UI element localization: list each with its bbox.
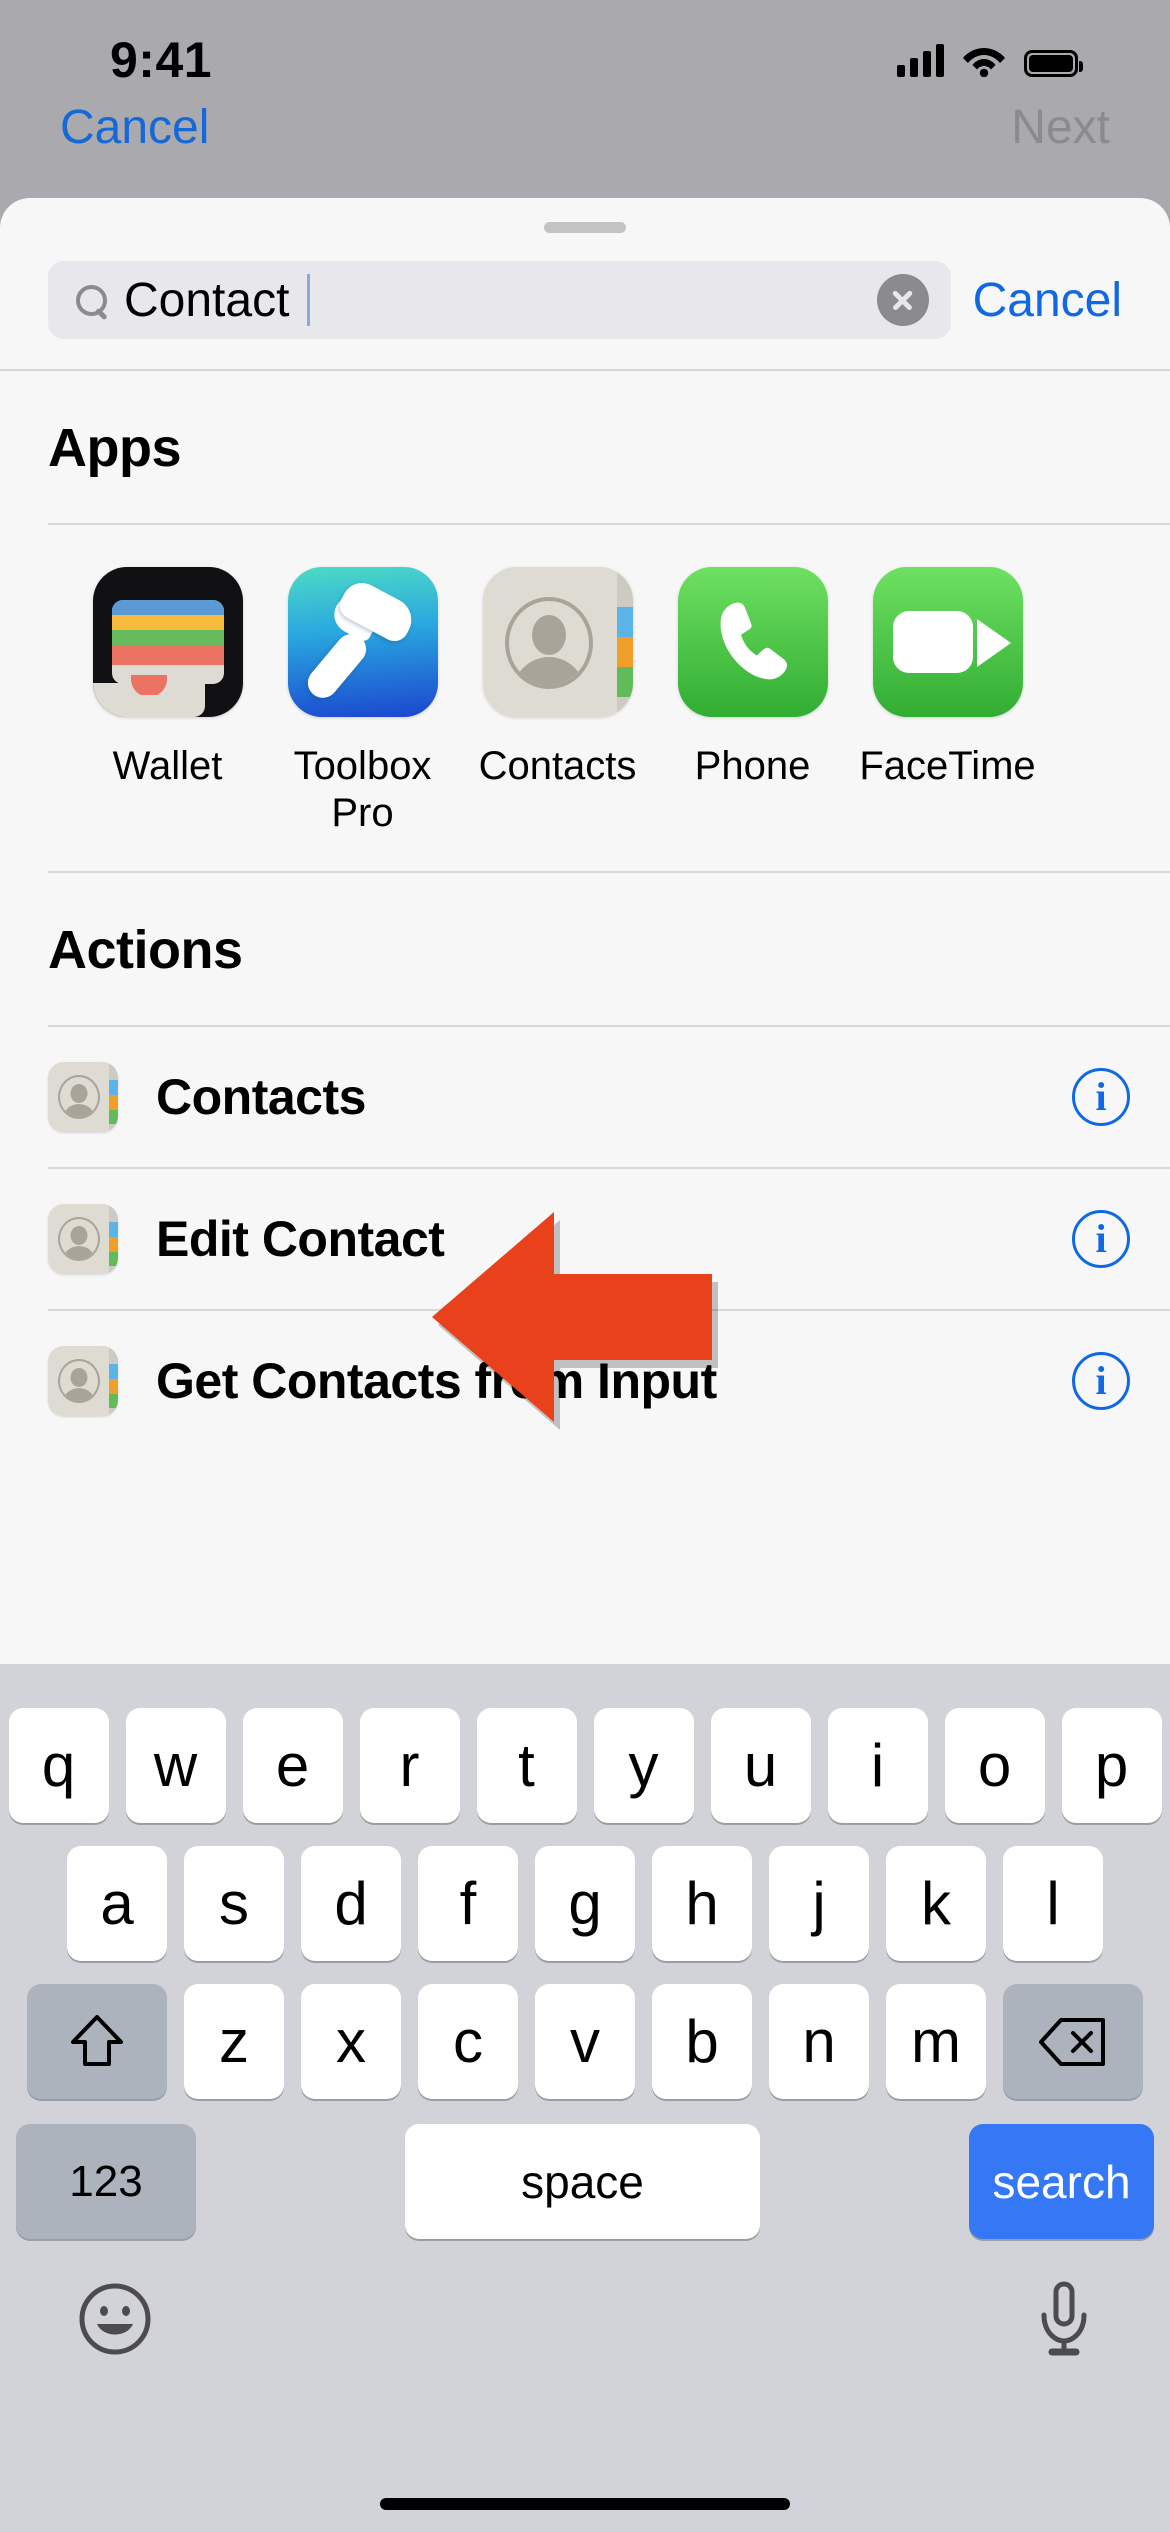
on-screen-keyboard: q w e r t y u i o p a s d f g h j k l z …: [0, 1664, 1170, 2532]
app-item-phone[interactable]: Phone: [655, 567, 850, 790]
key-o[interactable]: o: [944, 1708, 1045, 1823]
key-b[interactable]: b: [652, 1984, 752, 2099]
key-t[interactable]: t: [476, 1708, 577, 1823]
search-input-value: Contact: [124, 273, 290, 327]
action-row-contacts[interactable]: Contacts i: [0, 1027, 1170, 1167]
keyboard-row-4: 123 space search: [0, 2099, 1170, 2239]
search-bar-row: Contact Cancel: [0, 233, 1170, 369]
wallet-app-icon: [92, 567, 243, 717]
status-bar-clock: 9:41: [110, 32, 213, 88]
keyboard-row-2: a s d f g h j k l: [0, 1823, 1170, 1961]
key-w[interactable]: w: [125, 1708, 226, 1823]
key-d[interactable]: d: [301, 1846, 401, 1961]
phone-handset-icon: [720, 602, 787, 680]
toolbox-pro-app-icon: [287, 567, 438, 717]
key-s[interactable]: s: [184, 1846, 284, 1961]
app-item-wallet[interactable]: Wallet: [70, 567, 265, 790]
backspace-arrow-icon: [1039, 2017, 1105, 2066]
key-z[interactable]: z: [184, 1984, 284, 2099]
search-modal-sheet: Contact Cancel Apps Wallet Toolbox Pro C…: [0, 198, 1170, 1664]
key-i[interactable]: i: [827, 1708, 928, 1823]
apps-shelf[interactable]: Wallet Toolbox Pro Contacts Phone FaceTi…: [0, 525, 1170, 871]
contacts-action-icon: [48, 1346, 118, 1417]
apps-section-title: Apps: [48, 418, 182, 478]
action-label: Edit Contact: [156, 1211, 445, 1268]
key-r[interactable]: r: [359, 1708, 460, 1823]
app-item-toolbox-pro[interactable]: Toolbox Pro: [265, 567, 460, 837]
shift-icon[interactable]: [27, 1984, 167, 2099]
keyboard-row-3: z x c v b n m: [0, 1961, 1170, 2099]
key-m[interactable]: m: [886, 1984, 986, 2099]
phone-app-icon: [677, 567, 828, 717]
app-label: Wallet: [112, 744, 223, 788]
backspace-icon[interactable]: [1003, 1984, 1143, 2099]
key-k[interactable]: k: [886, 1846, 986, 1961]
status-bar-indicators: [897, 43, 1083, 77]
contacts-action-icon: [48, 1062, 118, 1133]
search-input[interactable]: Contact: [48, 261, 951, 339]
action-label: Get Contacts from Input: [156, 1353, 717, 1410]
app-label: Phone: [694, 744, 811, 788]
app-label: FaceTime: [859, 744, 1036, 788]
key-x[interactable]: x: [301, 1984, 401, 2099]
cancel-button[interactable]: Cancel: [973, 273, 1132, 328]
info-icon[interactable]: i: [1072, 1352, 1130, 1411]
home-indicator: [380, 2498, 790, 2510]
facetime-app-icon: [872, 567, 1023, 717]
microphone-icon[interactable]: [1036, 2281, 1092, 2357]
key-n[interactable]: n: [769, 1984, 869, 2099]
key-a[interactable]: a: [67, 1846, 167, 1961]
key-y[interactable]: y: [593, 1708, 694, 1823]
key-j[interactable]: j: [769, 1846, 869, 1961]
info-icon[interactable]: i: [1072, 1210, 1130, 1269]
background-next-button[interactable]: Next: [1011, 100, 1110, 170]
background-navigation-bar: Cancel Next: [0, 100, 1170, 170]
action-row-edit-contact[interactable]: Edit Contact i: [0, 1169, 1170, 1309]
background-cancel-button[interactable]: Cancel: [60, 100, 209, 170]
space-key[interactable]: space: [405, 2124, 760, 2239]
actions-section-title: Actions: [48, 920, 243, 981]
shift-arrow-icon: [71, 2014, 123, 2066]
keyboard-bottom-row: [0, 2239, 1170, 2357]
battery-icon: [1024, 50, 1083, 77]
key-g[interactable]: g: [535, 1846, 635, 1961]
app-item-contacts[interactable]: Contacts: [460, 567, 655, 790]
contacts-action-icon: [48, 1204, 118, 1275]
search-return-key[interactable]: search: [969, 2124, 1154, 2239]
key-h[interactable]: h: [652, 1846, 752, 1961]
action-row-get-contacts-from-input[interactable]: Get Contacts from Input i: [0, 1311, 1170, 1451]
wifi-icon: [963, 48, 1005, 77]
info-icon[interactable]: i: [1072, 1068, 1130, 1127]
key-f[interactable]: f: [418, 1846, 518, 1961]
key-u[interactable]: u: [710, 1708, 811, 1823]
action-label: Contacts: [156, 1069, 366, 1126]
key-q[interactable]: q: [8, 1708, 109, 1823]
contacts-app-icon: [482, 567, 633, 717]
app-label: Contacts: [478, 744, 637, 788]
clear-icon[interactable]: [876, 274, 929, 326]
key-p[interactable]: p: [1061, 1708, 1162, 1823]
key-v[interactable]: v: [535, 1984, 635, 2099]
numbers-key[interactable]: 123: [16, 2124, 196, 2239]
key-l[interactable]: l: [1003, 1846, 1103, 1961]
sheet-grabber[interactable]: [544, 222, 626, 233]
app-item-facetime[interactable]: FaceTime: [850, 567, 1045, 790]
search-icon: [74, 283, 108, 317]
text-cursor: [307, 274, 311, 326]
keyboard-row-1: q w e r t y u i o p: [0, 1664, 1170, 1823]
app-label: Toolbox Pro: [293, 744, 432, 836]
emoji-icon[interactable]: [78, 2282, 152, 2356]
key-e[interactable]: e: [242, 1708, 343, 1823]
key-c[interactable]: c: [418, 1984, 518, 2099]
cellular-signal-icon: [897, 43, 944, 77]
